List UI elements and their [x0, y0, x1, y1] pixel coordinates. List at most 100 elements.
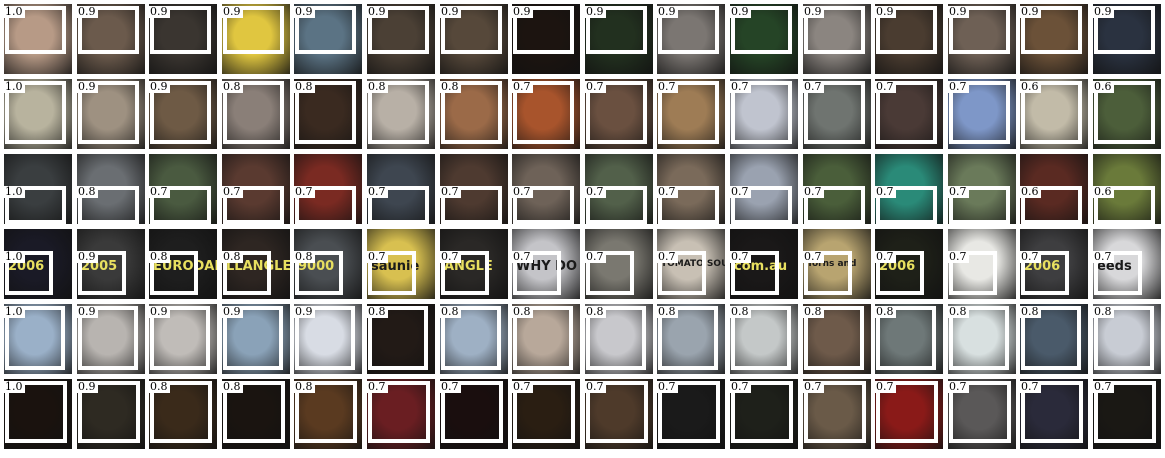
score-label: 0.7 — [1093, 250, 1114, 263]
score-label: 0.7 — [149, 185, 170, 198]
thumbnail: LLANGLE 0.8 — [222, 229, 290, 299]
thumbnail: 0.7 — [948, 154, 1016, 224]
thumbnail: 2005 0.9 — [77, 229, 145, 299]
score-label: 1.0 — [4, 80, 25, 93]
thumbnail: 0.7 — [222, 154, 290, 224]
score-label: 0.8 — [948, 305, 969, 318]
thumbnail: 0.7 — [803, 79, 871, 149]
thumbnail: 0.9 — [294, 4, 362, 74]
score-label: 0.7 — [440, 185, 461, 198]
score-label: 0.7 — [294, 185, 315, 198]
score-label: 1.0 — [4, 305, 25, 318]
score-label: 0.7 — [948, 80, 969, 93]
score-label: 0.7 — [657, 380, 678, 393]
score-label: 0.7 — [948, 380, 969, 393]
thumbnail: 0.8 — [440, 304, 508, 374]
score-label: 0.8 — [440, 305, 461, 318]
score-label: 0.9 — [1020, 5, 1041, 18]
score-label: 0.8 — [440, 80, 461, 93]
thumbnail: 0.9 — [149, 79, 217, 149]
score-label: 0.7 — [657, 185, 678, 198]
thumbnail: 0.8 — [222, 379, 290, 449]
thumbnail: 0.7 — [512, 154, 580, 224]
score-label: 0.7 — [512, 380, 533, 393]
score-label: 0.7 — [803, 250, 824, 263]
score-label: 0.7 — [875, 80, 896, 93]
thumbnail: 0.8 — [149, 379, 217, 449]
score-label: 0.7 — [367, 380, 388, 393]
thumbnail: 0.8 — [512, 304, 580, 374]
score-label: 0.7 — [803, 380, 824, 393]
score-label: 0.7 — [803, 185, 824, 198]
thumbnail: 0.8 — [948, 304, 1016, 374]
thumbnail: 0.7 — [440, 379, 508, 449]
score-label: 0.9 — [948, 5, 969, 18]
thumbnail: 0.7 — [657, 154, 725, 224]
score-label: 0.7 — [512, 250, 533, 263]
thumbnail: 0.8 — [77, 154, 145, 224]
thumbnail: 0.8 — [440, 79, 508, 149]
score-label: 0.8 — [657, 305, 678, 318]
score-label: 0.8 — [1020, 305, 1041, 318]
thumbnail: 0.9 — [585, 4, 653, 74]
score-label: 0.8 — [1093, 305, 1114, 318]
thumbnail: eeds 0.7 — [1093, 229, 1161, 299]
thumbnail: 0.7 — [657, 379, 725, 449]
score-label: 0.8 — [875, 305, 896, 318]
score-label: 0.9 — [149, 5, 170, 18]
score-label: 0.9 — [149, 80, 170, 93]
thumbnail: 0.7 — [948, 229, 1016, 299]
thumbnail: 0.7 — [875, 79, 943, 149]
score-label: 0.7 — [730, 250, 751, 263]
score-label: 0.9 — [77, 80, 98, 93]
thumbnail: 0.8 — [803, 304, 871, 374]
thumbnail: 0.9 — [222, 304, 290, 374]
thumbnail: 0.7 — [803, 154, 871, 224]
thumbnail: 2006 0.7 — [875, 229, 943, 299]
thumbnail: 0.7 — [875, 154, 943, 224]
score-label: 0.8 — [367, 305, 388, 318]
score-label: 0.7 — [440, 380, 461, 393]
thumbnail: 2006 0.7 — [1020, 229, 1088, 299]
thumbnail: 1.0 — [4, 4, 72, 74]
thumbnail: 0.9 — [77, 4, 145, 74]
thumbnail: 0.7 — [657, 79, 725, 149]
thumbnail: 0.7 — [367, 154, 435, 224]
score-label: 0.7 — [730, 185, 751, 198]
thumbnail: 0.7 — [512, 379, 580, 449]
thumbnail: WHY DO 0.7 — [512, 229, 580, 299]
thumbnail: 0.9 — [149, 4, 217, 74]
thumbnail: 0.7 — [294, 154, 362, 224]
thumbnail: 0.8 — [875, 304, 943, 374]
row-building: 1.0 0.9 0.9 0.9 0.9 0.8 0.8 0.8 0.8 0.8 0.8 0.8 0.8 0… — [4, 304, 1162, 374]
thumbnail: 0.9 — [657, 4, 725, 74]
score-label: 0.9 — [149, 305, 170, 318]
thumbnail: 0.8 — [222, 79, 290, 149]
score-label: 1.0 — [4, 380, 25, 393]
thumbnail: 0.9 — [222, 4, 290, 74]
thumbnail: 0.9 — [294, 304, 362, 374]
thumbnail: ANGLE 0.7 — [440, 229, 508, 299]
score-label: 0.7 — [948, 185, 969, 198]
score-label: 0.7 — [1093, 380, 1114, 393]
score-label: 0.8 — [77, 185, 98, 198]
score-label: 0.7 — [367, 185, 388, 198]
score-label: 0.7 — [585, 250, 606, 263]
score-label: 0.9 — [657, 5, 678, 18]
score-label: 0.7 — [585, 185, 606, 198]
score-label: 0.7 — [367, 250, 388, 263]
score-label: 0.9 — [222, 5, 243, 18]
score-label: 0.8 — [149, 380, 170, 393]
thumbnail: 0.9 — [803, 4, 871, 74]
thumbnail: 0.9 — [77, 379, 145, 449]
score-label: 0.9 — [294, 305, 315, 318]
score-label: 0.7 — [1020, 250, 1041, 263]
thumbnail: EURODAD0.8 — [149, 229, 217, 299]
thumbnail: 0.8 — [1093, 304, 1161, 374]
thumbnail: 0.8 — [657, 304, 725, 374]
thumbnail: 0.7 — [512, 79, 580, 149]
score-label: 0.7 — [585, 380, 606, 393]
score-label: 0.7 — [875, 185, 896, 198]
thumbnail: 9000 0.8 — [294, 229, 362, 299]
score-label: 0.7 — [803, 80, 824, 93]
